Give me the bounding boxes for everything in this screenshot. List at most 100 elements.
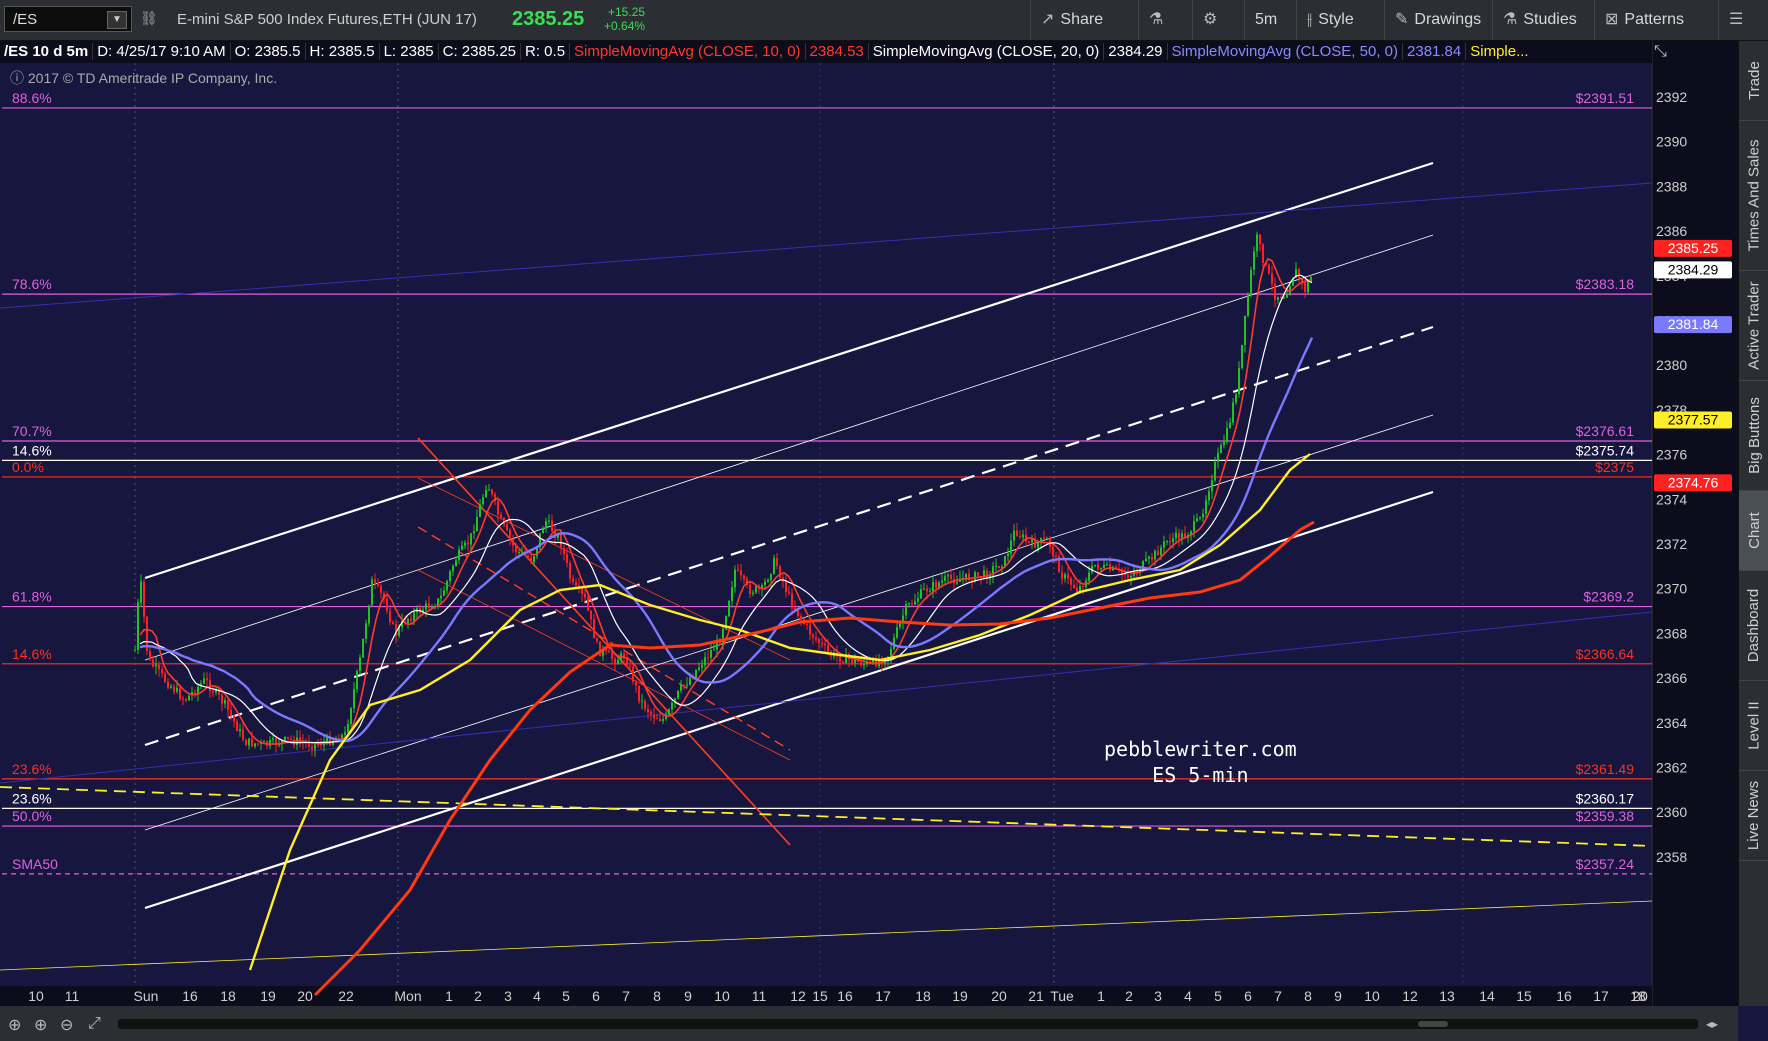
link-icon[interactable]: ⛓	[140, 10, 158, 27]
candle-body	[1097, 564, 1099, 570]
candle-body	[245, 739, 247, 746]
info-low: L: 2385	[379, 43, 439, 60]
info-high: H: 2385.5	[305, 43, 380, 60]
flask-button[interactable]: ⚗	[1138, 0, 1192, 40]
candle-body	[1202, 513, 1204, 518]
x-tick-label: 6	[1244, 988, 1252, 1004]
candle-body	[731, 587, 733, 601]
side-tab-active-trader[interactable]: Active Trader	[1739, 271, 1768, 381]
candle-body	[152, 659, 154, 667]
x-tick-label: 7	[1274, 988, 1282, 1004]
candle-body	[1172, 538, 1174, 543]
x-tick-label: 12	[790, 988, 806, 1004]
zoom-out-icon[interactable]: ⊖	[60, 1015, 73, 1035]
side-tab-label: Trade	[1745, 61, 1763, 100]
info-range: R: 0.5	[521, 43, 571, 60]
candle-body	[392, 621, 394, 624]
scroll-thumb[interactable]	[1418, 1021, 1448, 1027]
candle-body	[839, 656, 841, 662]
candle-body	[470, 533, 472, 545]
x-tick-label: 2	[474, 988, 482, 1004]
candle-body	[707, 657, 709, 659]
candle-body	[1199, 517, 1201, 519]
price-badge-label: 2374.76	[1668, 474, 1719, 490]
style-button[interactable]: ⫲ Style	[1296, 0, 1384, 40]
side-tab-trade[interactable]: Trade	[1739, 41, 1768, 121]
candle-body	[137, 602, 139, 650]
candle-body	[1169, 540, 1171, 543]
y-tick-label: 2372	[1656, 536, 1687, 552]
candle-body	[155, 664, 157, 667]
side-tab-level-ii[interactable]: Level II	[1739, 681, 1768, 771]
zoom-fit-icon[interactable]: ⊕	[34, 1015, 47, 1035]
net-change: +15.25	[608, 5, 646, 19]
y-tick-label: 2386	[1656, 223, 1687, 239]
level-pct-label: 23.6%	[12, 790, 52, 806]
share-button[interactable]: ↗ Share	[1030, 0, 1138, 40]
settings-button[interactable]: ⚙	[1192, 0, 1244, 40]
candle-body	[467, 542, 469, 545]
candle-body	[941, 580, 943, 583]
symbol-input[interactable]: /ES ▼	[4, 6, 132, 32]
studies-button[interactable]: ⚗ Studies	[1492, 0, 1594, 40]
candle-body	[779, 566, 781, 578]
candle-body	[1067, 574, 1069, 579]
candle-body	[686, 684, 688, 686]
drawings-button[interactable]: ✎ Drawings	[1384, 0, 1492, 40]
candle-body	[1100, 567, 1102, 570]
x-tick-label: 10	[28, 988, 44, 1004]
x-tick-label: 19	[260, 988, 276, 1004]
candle-body	[1130, 575, 1132, 578]
side-tab-live-news[interactable]: Live News	[1739, 771, 1768, 861]
side-tab-chart[interactable]: Chart	[1739, 491, 1768, 571]
menu-button[interactable]: ☰	[1718, 0, 1768, 40]
y-tick-label: 2380	[1656, 357, 1687, 373]
symbol-dropdown-button[interactable]: ▼	[107, 11, 127, 29]
candle-body	[314, 744, 316, 750]
y-tick-label: 2374	[1656, 491, 1687, 507]
candle-body	[458, 549, 460, 561]
side-tab-label: Active Trader	[1745, 281, 1763, 370]
horizontal-scrollbar[interactable]	[118, 1019, 1698, 1029]
candle-body	[917, 598, 919, 602]
candle-body	[1274, 283, 1276, 300]
chevron-down-icon: ▼	[112, 14, 122, 25]
candle-body	[1283, 297, 1285, 299]
sma20-label[interactable]: SimpleMovingAvg (CLOSE, 20, 0)	[868, 43, 1105, 60]
side-tab-times-and-sales[interactable]: Times And Sales	[1739, 121, 1768, 271]
candle-body	[1031, 539, 1033, 543]
more-studies-label[interactable]: Simple...	[1466, 43, 1532, 60]
collapse-icon[interactable]: ⤡	[1654, 43, 1667, 61]
x-tick-label: 9	[684, 988, 692, 1004]
candle-body	[1259, 234, 1261, 245]
candle-body	[1217, 453, 1219, 462]
candle-body	[1013, 530, 1015, 541]
candle-body	[143, 581, 145, 617]
candle-body	[593, 619, 595, 639]
sma10-label[interactable]: SimpleMovingAvg (CLOSE, 10, 0)	[570, 43, 806, 60]
candle-body	[362, 638, 364, 658]
patterns-button[interactable]: ⊠ Patterns	[1594, 0, 1718, 40]
zoom-in-icon[interactable]: ⊕	[8, 1015, 21, 1035]
level-pct-label: 88.6%	[12, 90, 52, 106]
scroll-arrows-icon[interactable]: ◂▸	[1706, 1017, 1718, 1031]
pct-change: +0.64%	[604, 19, 646, 33]
candle-body	[386, 598, 388, 611]
candle-body	[170, 686, 172, 688]
interval-button[interactable]: 5m	[1244, 0, 1296, 40]
x-tick-label: 7	[622, 988, 630, 1004]
x-tick-label: 1	[445, 988, 453, 1004]
candle-body	[950, 574, 952, 580]
candle-body	[374, 579, 376, 583]
x-tick-label: 8	[1304, 988, 1312, 1004]
drag-icon[interactable]: ⤢	[88, 1015, 101, 1033]
candle-body	[1304, 281, 1306, 293]
side-tab-big-buttons[interactable]: Big Buttons	[1739, 381, 1768, 491]
candle-body	[1103, 564, 1105, 568]
side-tab-dashboard[interactable]: Dashboard	[1739, 571, 1768, 681]
price-chart[interactable]: 2358236023622364236623682370237223742376…	[0, 41, 1738, 1006]
style-label: Style	[1318, 11, 1354, 28]
candle-body	[842, 661, 844, 663]
candle-body	[641, 700, 643, 702]
sma50-label[interactable]: SimpleMovingAvg (CLOSE, 50, 0)	[1167, 43, 1404, 60]
